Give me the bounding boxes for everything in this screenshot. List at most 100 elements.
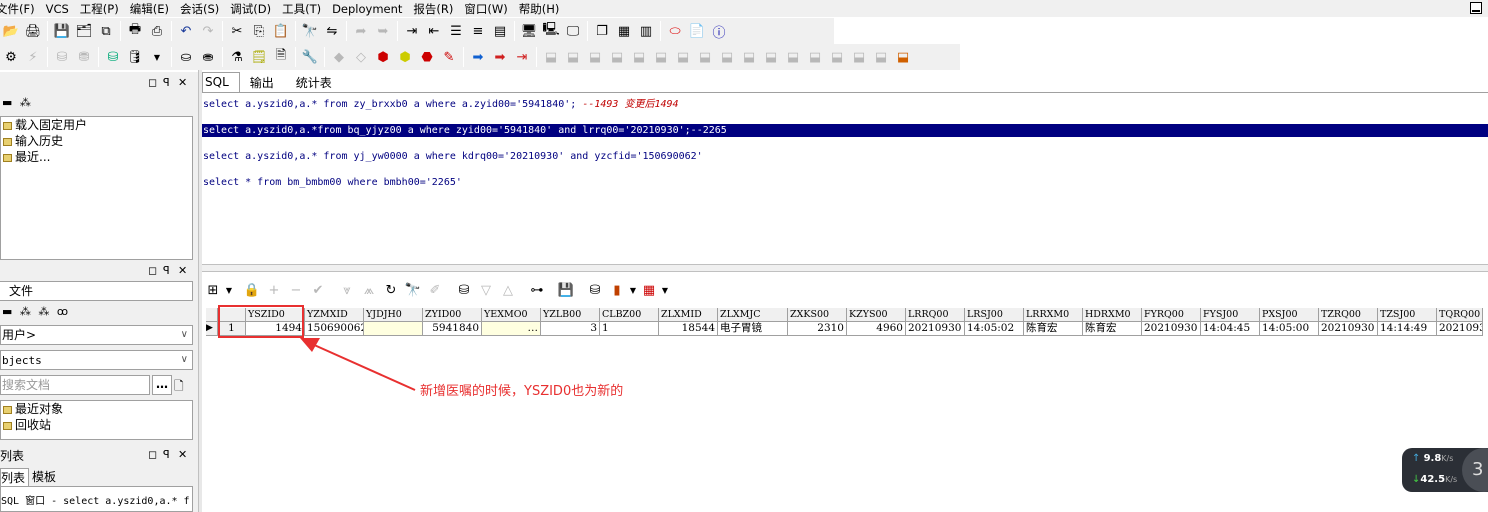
compile-active-icon[interactable]: ⬓ bbox=[892, 46, 914, 68]
compile-4-icon[interactable]: ⬓ bbox=[606, 46, 628, 68]
window-list-item[interactable]: SQL 窗口 - select a.yszid0,a.* f bbox=[1, 496, 190, 507]
menu-debug[interactable]: 调试(D) bbox=[228, 1, 280, 17]
menu-session[interactable]: 会话(S) bbox=[178, 1, 228, 17]
dropdown-icon[interactable]: ▼ bbox=[628, 279, 638, 301]
export-icon[interactable]: ⛁ bbox=[584, 279, 606, 301]
pin-icon[interactable]: ꟼ bbox=[163, 448, 170, 461]
column-header[interactable]: ZLXMJC bbox=[718, 308, 788, 322]
back-icon[interactable]: ➥ bbox=[372, 20, 394, 42]
compile-6-icon[interactable]: ⬓ bbox=[650, 46, 672, 68]
break-icon[interactable]: ⚡ bbox=[22, 46, 44, 68]
compile-13-icon[interactable]: ⬓ bbox=[804, 46, 826, 68]
refresh-icon[interactable]: ꝏ bbox=[57, 305, 68, 318]
tab-statistics[interactable]: 统计表 bbox=[284, 72, 342, 92]
list-item[interactable]: 输入历史 bbox=[1, 133, 192, 149]
replace-icon[interactable]: ⇋ bbox=[321, 20, 343, 42]
minimize-icon[interactable] bbox=[1470, 2, 1482, 14]
file-tab[interactable]: 文件 bbox=[0, 281, 193, 301]
open-folder-icon[interactable]: 📂 bbox=[0, 20, 22, 42]
oracle-icon[interactable]: ⬭ bbox=[664, 20, 686, 42]
paste-icon[interactable]: 📋 bbox=[270, 20, 292, 42]
column-header[interactable]: YZLB00 bbox=[541, 308, 600, 322]
restore-icon[interactable]: ◻ bbox=[148, 264, 157, 277]
list-item[interactable]: 最近对象 bbox=[1, 401, 192, 417]
sql-line[interactable]: select a.yszid0,a.* from yj_yw0000 a whe… bbox=[202, 150, 1488, 163]
close-icon[interactable]: ✕ bbox=[178, 76, 187, 89]
wrench-icon[interactable]: 🔧 bbox=[299, 46, 321, 68]
menu-help[interactable]: 帮助(H) bbox=[517, 1, 569, 17]
browse-button[interactable]: … bbox=[152, 375, 172, 395]
column-header[interactable]: TZSJ00 bbox=[1378, 308, 1437, 322]
column-header[interactable]: YZMXID bbox=[305, 308, 364, 322]
execute-gear-icon[interactable]: ⚙ bbox=[0, 46, 22, 68]
find-icon[interactable]: 🔭 bbox=[402, 279, 424, 301]
sql-database-icon[interactable]: 🛢 bbox=[124, 46, 146, 68]
menu-deployment[interactable]: Deployment bbox=[330, 2, 411, 16]
menu-tools[interactable]: 工具(T) bbox=[280, 1, 330, 17]
lock-icon[interactable]: 🔒 bbox=[241, 279, 263, 301]
find-icon[interactable]: 🔭 bbox=[299, 20, 321, 42]
expand-icon[interactable]: ⁂ bbox=[20, 305, 31, 318]
tile-icon[interactable]: ▦ bbox=[613, 20, 635, 42]
column-header[interactable]: ZLXMID bbox=[659, 308, 718, 322]
collapse-icon[interactable]: ▬ bbox=[2, 96, 12, 109]
cell[interactable]: 电子胃镜 bbox=[718, 322, 788, 336]
menu-file[interactable]: 文件(F) bbox=[0, 1, 44, 17]
cut-icon[interactable]: ✂ bbox=[226, 20, 248, 42]
menu-window[interactable]: 窗口(W) bbox=[462, 1, 516, 17]
arrow-right-red-icon[interactable]: ➡ bbox=[489, 46, 511, 68]
report-icon[interactable]: 🗎 bbox=[270, 46, 292, 68]
monitor2-icon[interactable]: 🖳 bbox=[540, 20, 562, 42]
commit-icon[interactable]: ⛁ bbox=[51, 46, 73, 68]
redo-icon[interactable]: ↷ bbox=[197, 20, 219, 42]
add-row-icon[interactable]: + bbox=[263, 279, 285, 301]
tab-list[interactable]: 列表 bbox=[0, 468, 30, 487]
arrow-right-blue-icon[interactable]: ➡ bbox=[467, 46, 489, 68]
menu-project[interactable]: 工程(P) bbox=[78, 1, 128, 17]
dropdown-icon[interactable]: ▼ bbox=[660, 279, 670, 301]
filter-icon[interactable]: ⁂ bbox=[38, 305, 49, 318]
cell[interactable]: 4960 bbox=[847, 322, 906, 336]
column-header[interactable]: FYRQ00 bbox=[1142, 308, 1201, 322]
column-header[interactable]: TZRQ00 bbox=[1319, 308, 1378, 322]
collapse-icon[interactable]: ▬ bbox=[2, 305, 12, 318]
user-select[interactable]: 用户> ∨ bbox=[0, 325, 193, 345]
cell[interactable]: 20210930 bbox=[1319, 322, 1378, 336]
uncomment-icon[interactable]: ≡ bbox=[467, 20, 489, 42]
column-header[interactable]: YEXMO0 bbox=[482, 308, 541, 322]
column-header[interactable]: LRRXM0 bbox=[1024, 308, 1083, 322]
menu-edit[interactable]: 编辑(E) bbox=[128, 1, 178, 17]
rollback-icon[interactable]: ⛃ bbox=[73, 46, 95, 68]
delete-row-icon[interactable]: − bbox=[285, 279, 307, 301]
grid-view-icon[interactable]: ⊞ bbox=[202, 279, 224, 301]
column-header[interactable]: PXSJ00 bbox=[1260, 308, 1319, 322]
compile-12-icon[interactable]: ⬓ bbox=[782, 46, 804, 68]
format-icon[interactable]: ▤ bbox=[489, 20, 511, 42]
dropdown-icon[interactable]: ▼ bbox=[224, 279, 234, 301]
breakpoint-yellow-icon[interactable]: ⬢ bbox=[394, 46, 416, 68]
breakpoint-red-icon[interactable]: ⬢ bbox=[372, 46, 394, 68]
copy-window-icon[interactable]: ⧉ bbox=[95, 20, 117, 42]
restore-icon[interactable]: ◻ bbox=[148, 448, 157, 461]
network-speed-widget[interactable]: ↑ 9.8K/s ↓42.5K/s 3 bbox=[1402, 448, 1488, 492]
menu-vcs[interactable]: VCS bbox=[44, 2, 78, 16]
compile-10-icon[interactable]: ⬓ bbox=[738, 46, 760, 68]
sql-line-selected[interactable]: select a.yszid0,a.*from bq_yjyz00 a wher… bbox=[202, 124, 1488, 137]
cell[interactable]: 陈育宏 bbox=[1083, 322, 1142, 336]
tree-icon[interactable]: ⊶ bbox=[526, 279, 548, 301]
column-header[interactable]: KZYS00 bbox=[847, 308, 906, 322]
sort-asc-icon[interactable]: △ bbox=[497, 279, 519, 301]
copy-icon[interactable]: ⎘ bbox=[248, 20, 270, 42]
database-icon[interactable]: ⛁ bbox=[102, 46, 124, 68]
horizontal-splitter[interactable] bbox=[202, 264, 1488, 272]
column-header[interactable]: LRRQ00 bbox=[906, 308, 965, 322]
save-all-icon[interactable]: 🗂 bbox=[73, 20, 95, 42]
post-icon[interactable]: ✔ bbox=[307, 279, 329, 301]
compile-5-icon[interactable]: ⬓ bbox=[628, 46, 650, 68]
sql-editor[interactable]: select a.yszid0,a.* from zy_brxxb0 a whe… bbox=[202, 92, 1488, 264]
db-connect-icon[interactable]: ⛀ bbox=[175, 46, 197, 68]
column-header[interactable]: YJDJH0 bbox=[364, 308, 423, 322]
compile-7-icon[interactable]: ⬓ bbox=[672, 46, 694, 68]
outdent-icon[interactable]: ⇤ bbox=[423, 20, 445, 42]
print-icon[interactable]: 🖶 bbox=[124, 20, 146, 42]
